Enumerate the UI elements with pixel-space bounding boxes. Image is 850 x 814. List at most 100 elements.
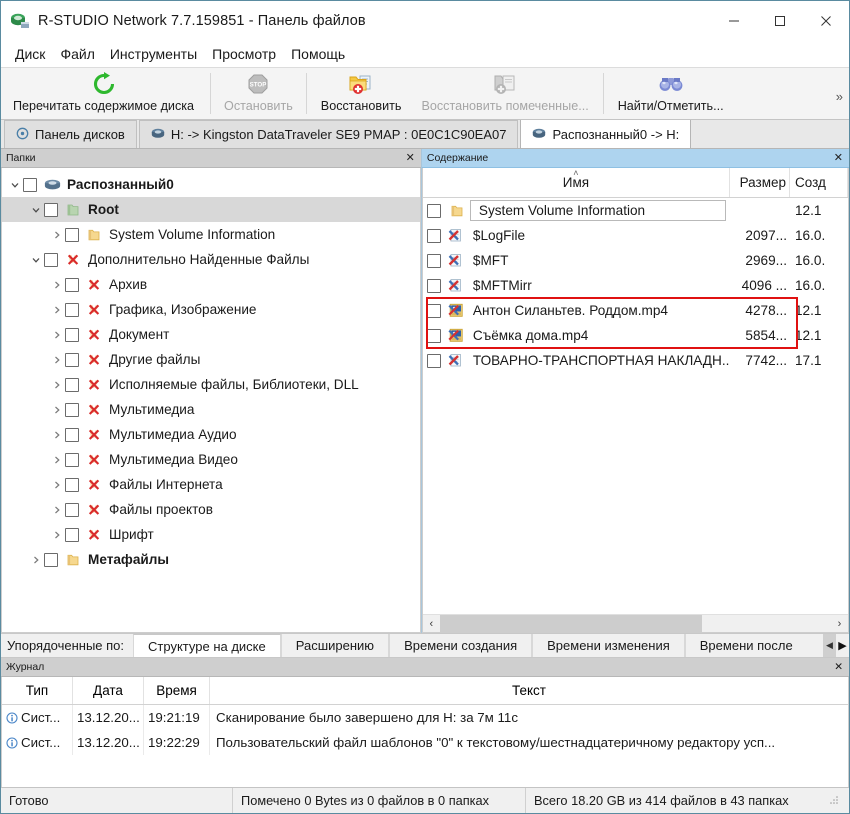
journal-row[interactable]: Сист... 13.12.20... 19:22:29 Пользовательск…	[2, 730, 848, 755]
tree-item-14[interactable]: Шрифт	[2, 522, 420, 547]
sort-tab-modification-time[interactable]: Времени изменения	[532, 634, 685, 657]
file-row[interactable]: System Volume Information 12.1	[423, 198, 848, 223]
file-list-hscrollbar[interactable]: ‹ ›	[422, 614, 848, 632]
tree-item-checkbox[interactable]	[65, 477, 79, 492]
tree-twisty-down-icon[interactable]	[27, 205, 44, 215]
journal-body[interactable]: Тип Дата Время Текст Сист... 13.12.20... 1…	[1, 677, 849, 787]
tree-item-2[interactable]: System Volume Information	[2, 222, 420, 247]
close-button[interactable]	[803, 1, 849, 40]
file-row[interactable]: $MFTMirr 4096 ... 16.0.	[423, 273, 848, 298]
tree-twisty-right-icon[interactable]	[48, 430, 65, 440]
tree-item-5[interactable]: Графика, Изображение	[2, 297, 420, 322]
tree-twisty-right-icon[interactable]	[27, 555, 44, 565]
tree-twisty-down-icon[interactable]	[27, 255, 44, 265]
tree-item-checkbox[interactable]	[44, 552, 58, 567]
tree-item-0[interactable]: Распознанный0	[2, 172, 420, 197]
tree-item-1[interactable]: Root	[2, 197, 420, 222]
tree-twisty-right-icon[interactable]	[48, 405, 65, 415]
hscroll-track[interactable]	[439, 615, 831, 632]
close-icon[interactable]: ✕	[406, 152, 415, 164]
tab-kingston-drive[interactable]: H: -> Kingston DataTraveler SE9 PMAP : 0…	[138, 120, 519, 148]
tree-item-11[interactable]: Мультимедиа Видео	[2, 447, 420, 472]
maximize-button[interactable]	[757, 1, 803, 40]
tree-item-4[interactable]: Архив	[2, 272, 420, 297]
journal-row[interactable]: Сист... 13.12.20... 19:21:19 Сканирование б…	[2, 705, 848, 730]
tree-item-checkbox[interactable]	[65, 302, 79, 317]
tree-twisty-right-icon[interactable]	[48, 480, 65, 490]
resize-grip-icon[interactable]	[827, 795, 841, 807]
tree-item-13[interactable]: Файлы проектов	[2, 497, 420, 522]
file-row-checkbox[interactable]	[426, 228, 441, 243]
tree-item-checkbox[interactable]	[65, 352, 79, 367]
journal-column-time[interactable]: Время	[144, 677, 210, 704]
column-header-created[interactable]: Созд	[790, 168, 848, 197]
tree-twisty-right-icon[interactable]	[48, 505, 65, 515]
tree-item-checkbox[interactable]	[65, 277, 79, 292]
close-icon[interactable]: ✕	[834, 661, 843, 673]
tree-item-checkbox[interactable]	[65, 327, 79, 342]
column-header-name[interactable]: ˄ Имя	[423, 168, 730, 197]
tree-item-3[interactable]: Дополнительно Найденные Файлы	[2, 247, 420, 272]
menu-item-help[interactable]: Помощь	[284, 43, 352, 65]
toolbar-overflow-chevron[interactable]: »	[836, 89, 843, 104]
tree-item-checkbox[interactable]	[65, 402, 79, 417]
tree-twisty-right-icon[interactable]	[48, 455, 65, 465]
tree-twisty-right-icon[interactable]	[48, 530, 65, 540]
minimize-button[interactable]	[711, 1, 757, 40]
close-icon[interactable]: ✕	[834, 152, 843, 164]
tree-twisty-right-icon[interactable]	[48, 355, 65, 365]
tree-item-checkbox[interactable]	[44, 252, 58, 267]
tab-drive-panel[interactable]: Панель дисков	[4, 120, 137, 148]
sort-tab-creation-time[interactable]: Времени создания	[389, 634, 533, 657]
file-row[interactable]: ТОВАРНО-ТРАНСПОРТНАЯ НАКЛАДН... 7742... 17…	[423, 348, 848, 373]
tree-twisty-right-icon[interactable]	[48, 330, 65, 340]
journal-column-type[interactable]: Тип	[2, 677, 73, 704]
tree-item-checkbox[interactable]	[23, 177, 37, 192]
sort-tab-extension[interactable]: Расширению	[280, 634, 390, 657]
tree-item-12[interactable]: Файлы Интернета	[2, 472, 420, 497]
column-header-size[interactable]: Размер	[730, 168, 790, 197]
file-row-checkbox[interactable]	[426, 328, 441, 343]
sort-tab-disk-structure[interactable]: Структуре на диске	[133, 634, 281, 657]
tree-item-10[interactable]: Мультимедиа Аудио	[2, 422, 420, 447]
toolbar-button-stop[interactable]: STOP Остановить	[215, 68, 302, 119]
tree-item-9[interactable]: Мультимедиа	[2, 397, 420, 422]
menu-item-view[interactable]: Просмотр	[205, 43, 283, 65]
journal-column-date[interactable]: Дата	[73, 677, 144, 704]
file-row[interactable]: Съёмка дома.mp4 5854... 12.1	[423, 323, 848, 348]
file-row[interactable]: Антон Силаньтев. Роддом.mp4 4278... 12.1	[423, 298, 848, 323]
tree-twisty-right-icon[interactable]	[48, 305, 65, 315]
folders-pane-body[interactable]: Распознанный0 Root System Volume Informati…	[1, 168, 421, 633]
journal-column-text[interactable]: Текст	[210, 677, 848, 704]
tree-item-checkbox[interactable]	[65, 527, 79, 542]
tree-item-checkbox[interactable]	[44, 202, 58, 217]
menu-item-tools[interactable]: Инструменты	[103, 43, 204, 65]
menu-item-disk[interactable]: Диск	[8, 43, 52, 65]
tree-item-6[interactable]: Документ	[2, 322, 420, 347]
sort-tab-access-time[interactable]: Времени после	[684, 634, 807, 657]
tree-item-checkbox[interactable]	[65, 452, 79, 467]
tree-item-checkbox[interactable]	[65, 227, 79, 242]
tree-item-checkbox[interactable]	[65, 502, 79, 517]
tree-twisty-right-icon[interactable]	[48, 380, 65, 390]
tree-item-15[interactable]: Метафайлы	[2, 547, 420, 572]
file-row-checkbox[interactable]	[426, 203, 441, 218]
file-row-checkbox[interactable]	[426, 278, 441, 293]
tree-twisty-down-icon[interactable]	[6, 180, 23, 190]
tree-item-checkbox[interactable]	[65, 427, 79, 442]
toolbar-button-recover-marked[interactable]: Восстановить помеченные...	[411, 68, 598, 119]
toolbar-button-rescan[interactable]: Перечитать содержимое диска	[1, 68, 206, 119]
tree-item-8[interactable]: Исполняемые файлы, Библиотеки, DLL	[2, 372, 420, 397]
sort-tabs-scroll-right[interactable]: ▶	[836, 634, 849, 657]
toolbar-button-find-mark[interactable]: Найти/Отметить...	[608, 68, 734, 119]
tree-twisty-right-icon[interactable]	[48, 230, 65, 240]
toolbar-button-recover[interactable]: Восстановить	[311, 68, 412, 119]
hscroll-right-button[interactable]: ›	[831, 615, 848, 632]
file-row-checkbox[interactable]	[426, 353, 441, 368]
tree-item-checkbox[interactable]	[65, 377, 79, 392]
contents-pane-body[interactable]: ˄ Имя Размер Созд System Volume Informat…	[421, 168, 849, 633]
file-row-checkbox[interactable]	[426, 303, 441, 318]
hscroll-thumb[interactable]	[439, 615, 702, 632]
menu-item-file[interactable]: Файл	[53, 43, 101, 65]
tree-twisty-right-icon[interactable]	[48, 280, 65, 290]
